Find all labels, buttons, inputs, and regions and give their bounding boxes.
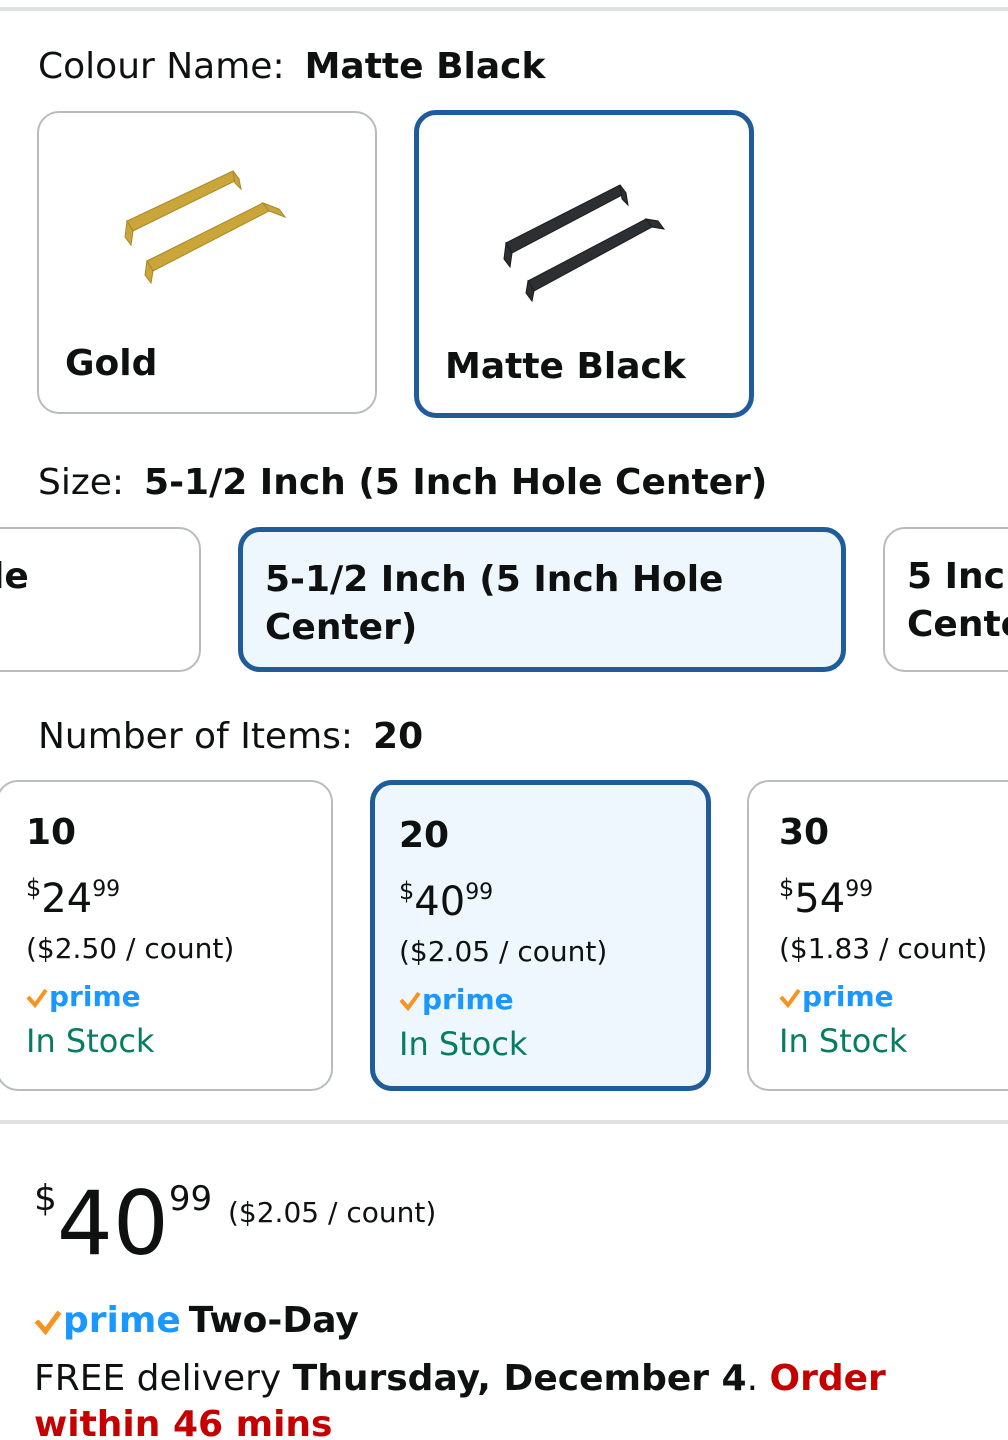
prime-logo: prime: [26, 980, 141, 1013]
items-count: 20: [399, 815, 450, 856]
items-option-20[interactable]: 20 $4099 ($2.05 / count) prime In Stock: [370, 780, 711, 1091]
delivery-period: .: [746, 1358, 770, 1399]
price-per-count: ($2.05 / count): [399, 935, 608, 968]
gold-handle-image: [117, 161, 297, 291]
size-option-line2: Cente: [907, 604, 1008, 645]
size-selected-value: 5-1/2 Inch (5 Inch Hole Center): [144, 462, 768, 503]
prime-check-icon: [399, 991, 421, 1011]
stock-status: In Stock: [399, 1025, 528, 1063]
size-option-selected[interactable]: 5-1/2 Inch (5 Inch Hole Center): [238, 527, 846, 672]
black-handle-image: [494, 173, 674, 303]
delivery-message: FREE delivery Thursday, December 4. Orde…: [34, 1356, 994, 1440]
items-price: $4099: [399, 877, 493, 925]
price-fraction: 99: [465, 880, 494, 905]
colour-selected-value: Matte Black: [304, 46, 546, 87]
prime-two-day-badge: prime Two-Day: [34, 1300, 359, 1341]
prime-check-icon: [34, 1310, 62, 1335]
size-option-line1: le: [0, 556, 29, 597]
items-count: 10: [26, 812, 77, 853]
section-divider: [0, 1120, 1008, 1124]
size-option-text: le: [0, 553, 29, 601]
size-option-text: 5 Inch Cente: [907, 553, 1008, 649]
items-label-text: Number of Items:: [38, 716, 354, 757]
number-of-items-label: Number of Items: 20: [38, 716, 423, 757]
prime-text: prime: [422, 983, 514, 1016]
main-price-fraction: 99: [168, 1179, 213, 1219]
main-price: $4099: [34, 1172, 212, 1275]
stock-status: In Stock: [26, 1022, 155, 1060]
swatch-label-matte-black: Matte Black: [445, 346, 686, 387]
main-price-whole: 40: [56, 1172, 169, 1275]
items-option-10[interactable]: 10 $2499 ($2.50 / count) prime In Stock: [0, 780, 333, 1091]
main-price-currency: $: [34, 1178, 57, 1219]
price-fraction: 99: [845, 877, 874, 902]
main-price-per-count: ($2.05 / count): [228, 1196, 437, 1229]
colour-option-gold[interactable]: Gold: [37, 111, 377, 414]
items-price: $2499: [26, 874, 120, 922]
items-selected-value: 20: [373, 716, 424, 757]
colour-label-text: Colour Name:: [38, 46, 285, 87]
price-currency: $: [399, 877, 415, 905]
price-whole: 24: [41, 876, 93, 922]
size-option-previous[interactable]: le: [0, 527, 201, 672]
prime-check-icon: [779, 988, 801, 1008]
price-fraction: 99: [92, 877, 121, 902]
size-option-next[interactable]: 5 Inch Cente: [883, 527, 1008, 672]
size-option-line1: 5 Inch: [907, 556, 1008, 597]
size-option-line2: Center): [265, 607, 418, 648]
prime-text: prime: [49, 980, 141, 1013]
price-per-count: ($1.83 / count): [779, 932, 988, 965]
colour-option-matte-black[interactable]: Matte Black: [414, 110, 754, 418]
price-whole: 40: [414, 879, 466, 925]
delivery-speed: Two-Day: [188, 1300, 359, 1341]
price-currency: $: [779, 874, 795, 902]
prime-logo: prime: [779, 980, 894, 1013]
colour-name-label: Colour Name: Matte Black: [38, 46, 545, 87]
price-whole: 54: [794, 876, 846, 922]
prime-logo: prime: [399, 983, 514, 1016]
items-price: $5499: [779, 874, 873, 922]
items-option-30[interactable]: 30 $5499 ($1.83 / count) prime In Stock: [747, 780, 1008, 1091]
size-label: Size: 5-1/2 Inch (5 Inch Hole Center): [38, 462, 767, 503]
delivery-date: Thursday, December 4: [292, 1358, 747, 1399]
size-option-text: 5-1/2 Inch (5 Inch Hole Center): [265, 556, 723, 652]
prime-text: prime: [63, 1300, 181, 1341]
size-option-line1: 5-1/2 Inch (5 Inch Hole: [265, 559, 724, 600]
top-divider: [0, 7, 1008, 11]
stock-status: In Stock: [779, 1022, 908, 1060]
prime-text: prime: [802, 980, 894, 1013]
items-count: 30: [779, 812, 830, 853]
price-currency: $: [26, 874, 42, 902]
prime-check-icon: [26, 988, 48, 1008]
delivery-prefix: FREE delivery: [34, 1358, 293, 1399]
size-label-text: Size:: [38, 462, 125, 503]
price-per-count: ($2.50 / count): [26, 932, 235, 965]
swatch-label-gold: Gold: [65, 343, 158, 384]
